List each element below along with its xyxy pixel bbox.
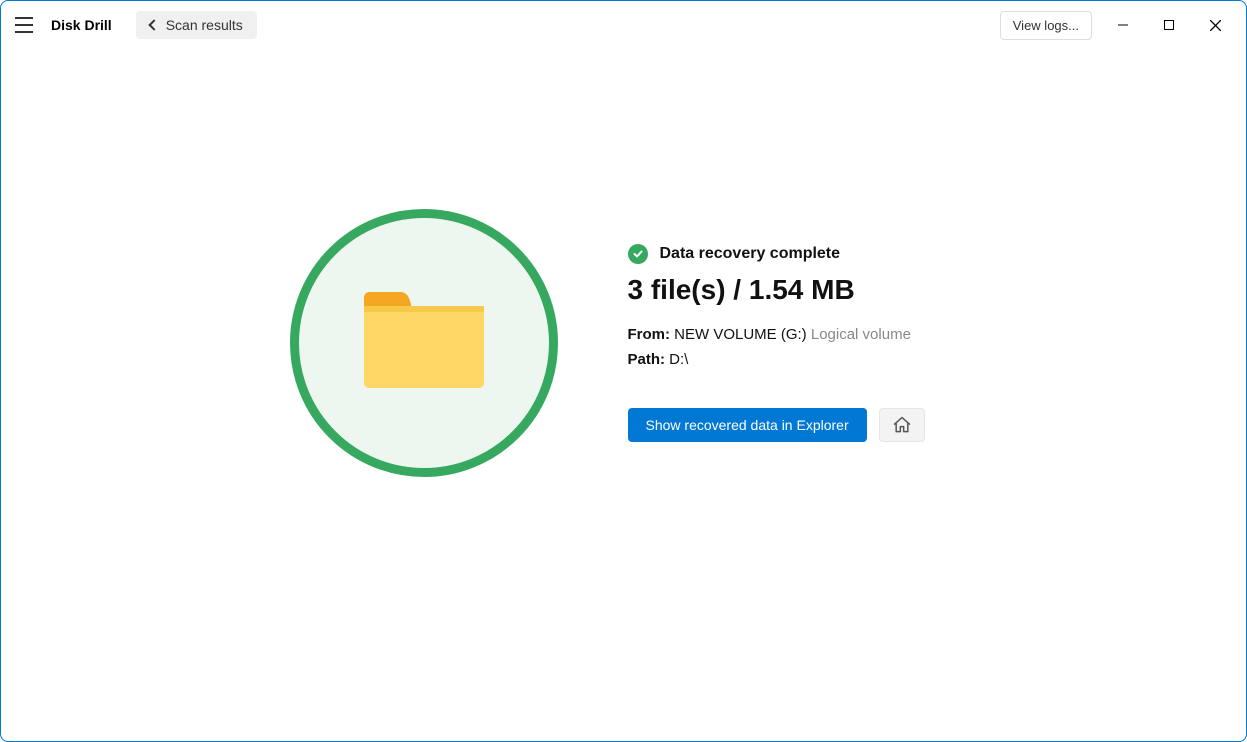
path-value: D:\ [669,351,688,368]
check-circle-icon [628,244,648,264]
status-row: Data recovery complete [628,244,958,264]
recovery-details: Data recovery complete 3 file(s) / 1.54 … [628,244,958,442]
titlebar: Disk Drill Scan results View logs... [1,1,1246,49]
status-title: Data recovery complete [660,245,841,263]
back-button-label: Scan results [166,17,243,33]
from-row: From: NEW VOLUME (G:) Logical volume [628,326,958,343]
main-content: Data recovery complete 3 file(s) / 1.54 … [1,49,1246,477]
action-row: Show recovered data in Explorer [628,408,958,442]
back-button[interactable]: Scan results [136,11,257,39]
minimize-button[interactable] [1100,9,1146,41]
path-row: Path: D:\ [628,351,958,368]
view-logs-button[interactable]: View logs... [1000,11,1092,40]
path-label: Path: [628,351,666,368]
hamburger-menu-icon[interactable] [15,14,37,36]
from-type: Logical volume [811,326,911,343]
maximize-button[interactable] [1146,9,1192,41]
from-label: From: [628,326,671,343]
recovery-summary: 3 file(s) / 1.54 MB [628,274,958,306]
home-button[interactable] [879,408,925,442]
chevron-left-icon [148,19,159,30]
show-in-explorer-button[interactable]: Show recovered data in Explorer [628,408,867,442]
folder-icon [359,288,489,398]
from-value: NEW VOLUME (G:) [674,326,807,343]
app-title: Disk Drill [51,17,112,33]
window-controls [1100,9,1238,41]
success-folder-graphic [290,209,558,477]
home-icon [892,415,912,435]
close-button[interactable] [1192,9,1238,41]
